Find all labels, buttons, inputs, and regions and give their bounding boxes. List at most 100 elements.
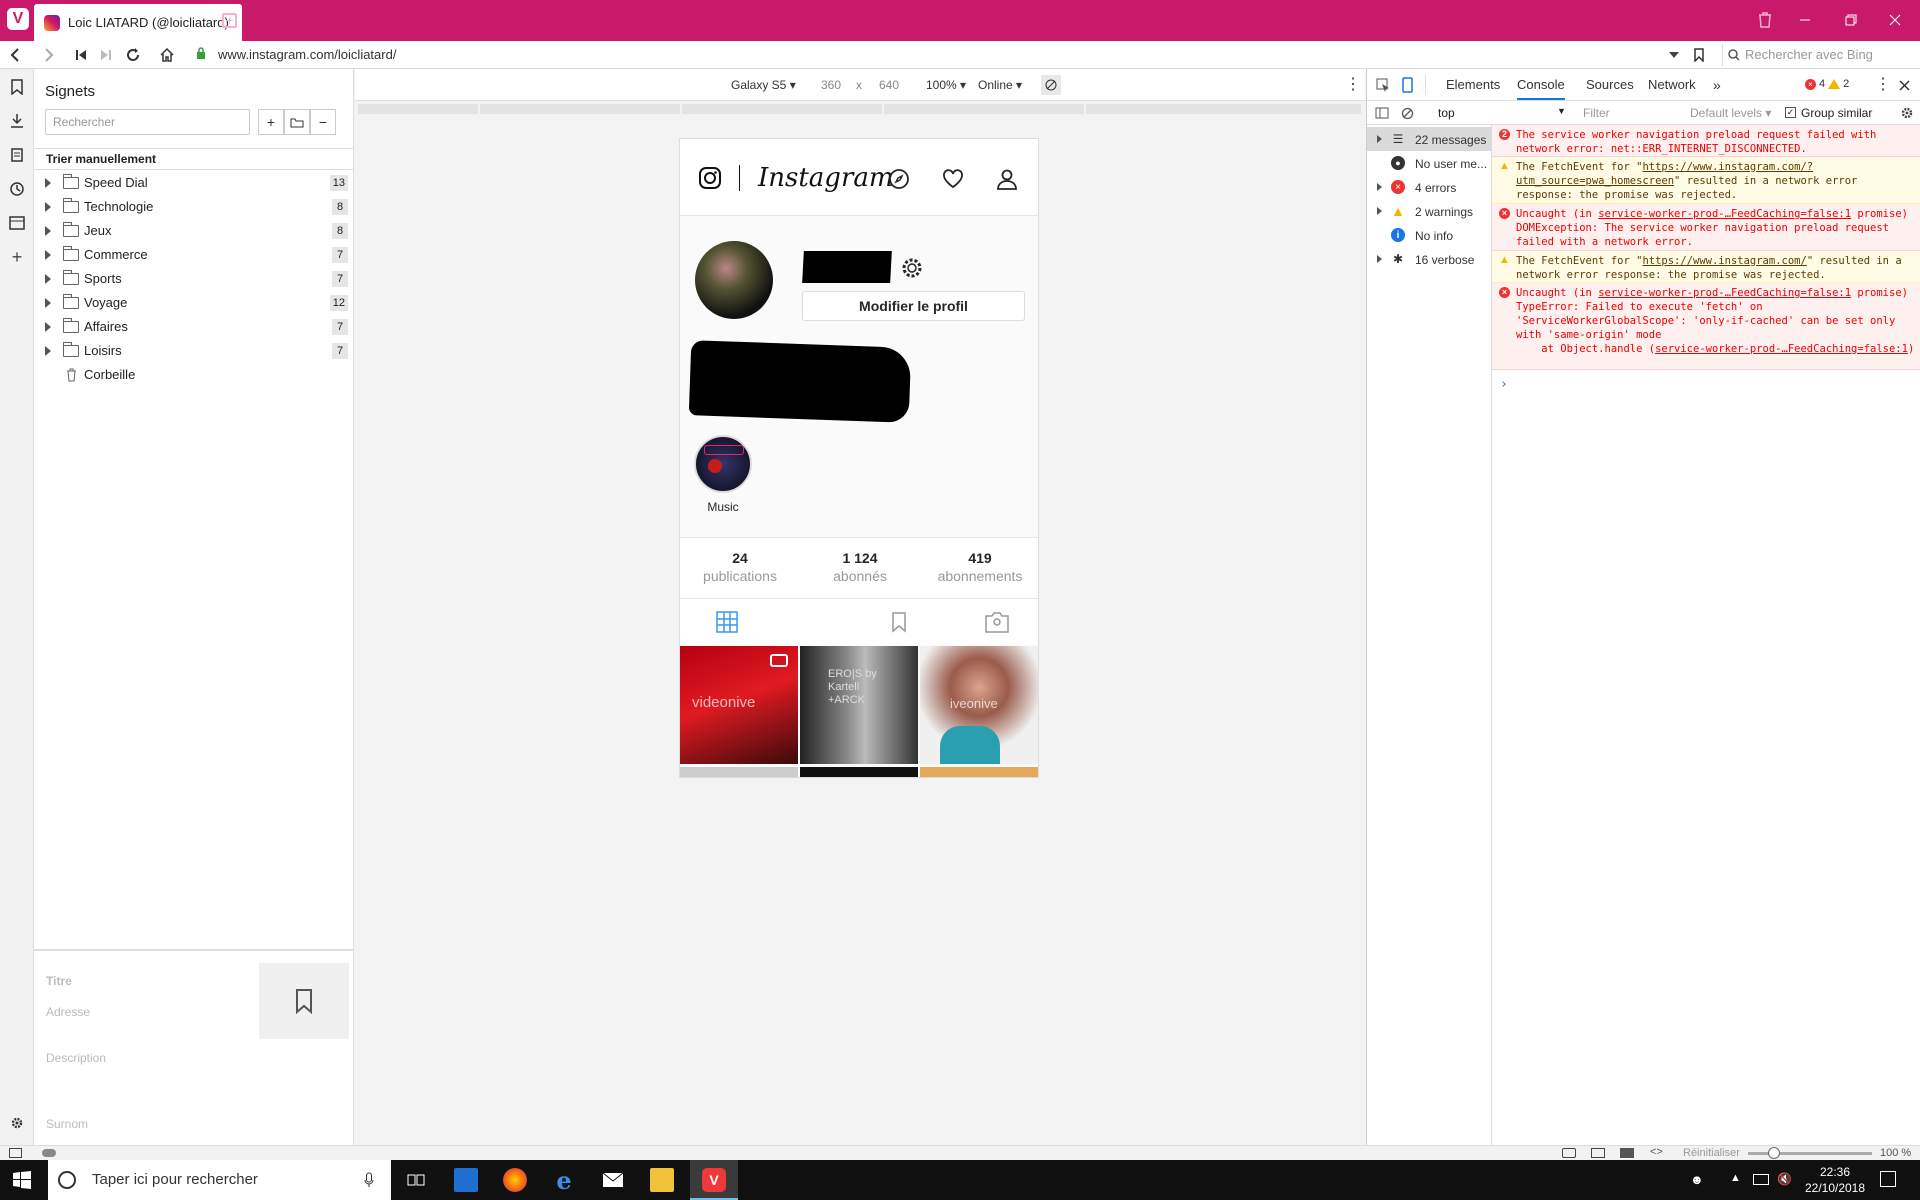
sidebar-errors[interactable]: × 4 errors (1367, 175, 1492, 199)
activity-heart-icon[interactable] (941, 167, 965, 191)
taskbar-search-input[interactable]: Taper ici pour rechercher (48, 1160, 391, 1200)
address-field[interactable]: Adresse (46, 1005, 90, 1019)
title-field[interactable]: Titre (46, 974, 72, 988)
ruler-segment[interactable] (358, 104, 478, 114)
url-dropdown-icon[interactable] (1668, 49, 1680, 61)
add-folder-button[interactable] (284, 109, 310, 135)
description-field[interactable]: Description (46, 1051, 106, 1065)
devtools-menu-icon[interactable]: ⋮ (1875, 74, 1891, 94)
edge-icon[interactable]: e (552, 1166, 576, 1195)
message-link[interactable]: service-worker-prod-…FeedCaching=false:1 (1598, 208, 1851, 220)
width-input[interactable]: 360 (821, 78, 841, 92)
microphone-icon[interactable] (362, 1171, 376, 1189)
console-prompt-icon[interactable]: › (1500, 377, 1508, 392)
sort-header[interactable]: Trier manuellement (34, 148, 354, 170)
images-icon[interactable] (1620, 1148, 1634, 1158)
url-field[interactable]: www.instagram.com/loicliatard/ (190, 44, 1690, 66)
options-gear-icon[interactable] (899, 255, 925, 281)
sidebar-info[interactable]: i No info (1367, 223, 1492, 247)
devtools-close-icon[interactable] (1897, 78, 1911, 92)
profile-user-icon[interactable] (995, 167, 1019, 191)
tab-instagram[interactable]: Loic LIATARD (@loicliatard) (34, 4, 242, 41)
settings-gear-icon[interactable] (7, 1113, 27, 1133)
saved-bookmark-icon[interactable] (887, 610, 911, 634)
panel-toggle-icon[interactable] (9, 1148, 22, 1158)
expand-arrow-icon[interactable] (45, 178, 51, 188)
expand-arrow-icon[interactable] (1377, 135, 1382, 143)
sidebar-verbose[interactable]: ✱ 16 verbose (1367, 247, 1492, 271)
height-input[interactable]: 640 (879, 78, 899, 92)
sidebar-warnings[interactable]: ▲ 2 warnings (1367, 199, 1492, 223)
post-thumbnail[interactable] (800, 767, 918, 777)
sidebar-toggle-icon[interactable] (1374, 105, 1390, 121)
page-actions-icon[interactable]: <> (1650, 1146, 1663, 1158)
bookmark-folder-commerce[interactable]: Commerce 7 (34, 243, 354, 267)
trash-icon[interactable] (1750, 8, 1780, 32)
console-message-error[interactable]: 2 The service worker navigation preload … (1492, 125, 1920, 157)
post-thumbnail[interactable] (680, 767, 798, 777)
console-message-error[interactable]: × Uncaught (in service-worker-prod-…Feed… (1492, 283, 1920, 370)
expand-arrow-icon[interactable] (45, 226, 51, 236)
expand-arrow-icon[interactable] (45, 346, 51, 356)
clear-console-icon[interactable] (1399, 105, 1415, 121)
ruler-segment[interactable] (1086, 104, 1361, 114)
bookmarks-panel-icon[interactable] (7, 77, 27, 97)
stat-following[interactable]: 419 abonnements (920, 550, 1038, 584)
task-view-icon[interactable] (404, 1168, 428, 1192)
sync-cloud-icon[interactable] (42, 1149, 56, 1157)
window-panel-icon[interactable] (7, 213, 27, 233)
bookmark-folder-jeux[interactable]: Jeux 8 (34, 219, 354, 243)
screenshot-icon[interactable] (1562, 1148, 1576, 1158)
story-highlight-music[interactable] (694, 435, 752, 493)
edit-profile-button[interactable]: Modifier le profil (802, 291, 1025, 321)
bookmark-folder-voyage[interactable]: Voyage 12 (34, 291, 354, 315)
firefox-icon[interactable] (503, 1168, 527, 1192)
issue-counters[interactable]: × 4 2 (1805, 78, 1849, 90)
console-filter-input[interactable]: Filter (1583, 106, 1610, 120)
close-icon[interactable] (1880, 8, 1910, 32)
post-thumbnail[interactable]: videonive (680, 646, 798, 764)
downloads-panel-icon[interactable] (7, 111, 27, 131)
zoom-slider-handle[interactable] (1768, 1147, 1780, 1159)
back-icon[interactable] (2, 43, 28, 67)
tab-network[interactable]: Network (1648, 77, 1696, 92)
device-toggle-icon[interactable] (1399, 76, 1415, 94)
console-message-warning[interactable]: ▲ The FetchEvent for "https://www.instag… (1492, 157, 1920, 204)
vivaldi-menu-icon[interactable]: V (7, 8, 29, 30)
people-icon[interactable]: ☻ (1690, 1172, 1704, 1187)
zoom-slider[interactable] (1748, 1147, 1872, 1159)
message-link[interactable]: https://www.instagram.com/ (1642, 255, 1806, 267)
bookmark-folder-technologie[interactable]: Technologie 8 (34, 195, 354, 219)
history-panel-icon[interactable] (7, 179, 27, 199)
rewind-icon[interactable] (68, 43, 94, 67)
bookmark-folder-loisirs[interactable]: Loisirs 7 (34, 339, 354, 363)
post-thumbnail[interactable] (920, 767, 1038, 777)
profile-avatar[interactable] (695, 241, 773, 319)
add-panel-icon[interactable]: + (7, 247, 27, 267)
tiling-icon[interactable] (1591, 1148, 1605, 1158)
store-icon[interactable] (454, 1168, 478, 1192)
delete-bookmark-button[interactable]: − (310, 109, 336, 135)
network-tray-icon[interactable] (1753, 1174, 1769, 1185)
bookmark-folder-affaires[interactable]: Affaires 7 (34, 315, 354, 339)
new-tab-icon[interactable]: + (222, 13, 237, 28)
console-settings-icon[interactable] (1899, 105, 1915, 121)
system-clock[interactable]: 22:36 22/10/2018 (1800, 1164, 1870, 1196)
notifications-icon[interactable] (1880, 1171, 1896, 1187)
group-similar-checkbox[interactable]: ✓ (1785, 107, 1796, 118)
message-link[interactable]: service-worker-prod-…FeedCaching=false:1 (1598, 287, 1851, 299)
context-dropdown-icon[interactable]: ▼ (1557, 106, 1566, 116)
search-field[interactable]: Rechercher avec Bing (1722, 44, 1914, 66)
zoom-reset-button[interactable]: Réinitialiser (1683, 1147, 1740, 1159)
more-options-icon[interactable]: ⋮ (1345, 74, 1361, 94)
zoom-select[interactable]: 100% ▾ (926, 78, 966, 92)
file-explorer-icon[interactable] (650, 1168, 674, 1192)
add-bookmark-button[interactable]: + (258, 109, 284, 135)
restore-icon[interactable] (1836, 8, 1866, 32)
notes-panel-icon[interactable] (7, 145, 27, 165)
nickname-field[interactable]: Surnom (46, 1117, 88, 1131)
sidebar-user-messages[interactable]: ● No user me... (1367, 151, 1492, 175)
stack-link[interactable]: service-worker-prod-…FeedCaching=false:1 (1655, 343, 1908, 355)
forward-icon[interactable] (36, 43, 62, 67)
expand-arrow-icon[interactable] (45, 298, 51, 308)
